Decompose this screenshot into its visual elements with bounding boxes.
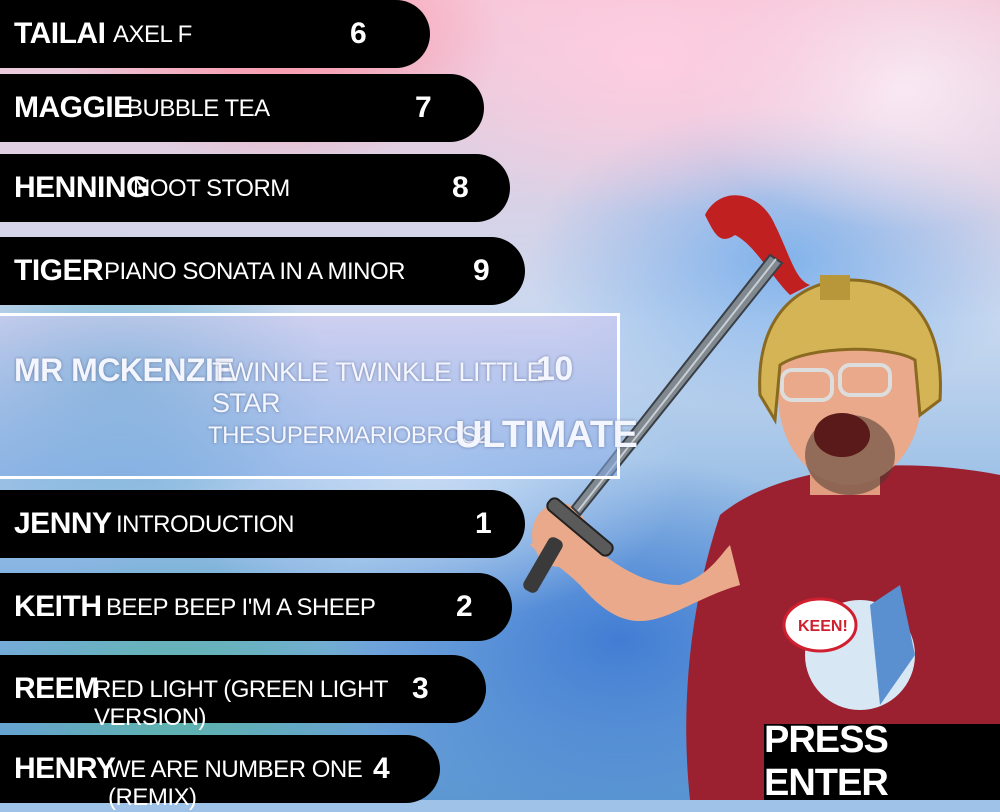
level-number: 3 [412,672,429,705]
song-row[interactable]: MAGGIE BUBBLE TEA 7 [0,74,484,142]
song-row[interactable]: KEITH BEEP BEEP I'M A SHEEP 2 [0,573,512,641]
level-number: 9 [473,254,490,287]
song-row[interactable]: TIGER PIANO SONATA IN A MINOR 9 [0,237,525,305]
player-name: TAILAI [14,17,106,50]
level-number: 7 [415,91,432,124]
level-number: 6 [350,17,367,50]
song-title: WE ARE NUMBER ONE (REMIX) [108,756,363,811]
song-title: NOOT STORM [133,175,290,202]
press-enter-button[interactable]: PRESS ENTER [764,719,1000,804]
player-name: REEM [14,672,99,705]
selected-level-number: 10 [536,350,573,388]
level-number: 2 [456,590,473,623]
song-row[interactable]: TAILAI AXEL F 6 [0,0,430,68]
song-title: PIANO SONATA IN A MINOR [104,258,406,285]
selected-player-name: MR MCKENZIE [14,352,235,388]
song-row[interactable]: HENRY WE ARE NUMBER ONE (REMIX) 4 [0,735,440,811]
song-title: BUBBLE TEA [127,95,270,122]
song-title: BEEP BEEP I'M A SHEEP [106,594,376,621]
gladiator-character-image: KEEN! [523,195,1000,800]
selected-song-panel[interactable]: MR MCKENZIE TWINKLE TWINKLE LITTLE STAR … [0,313,638,479]
song-title: AXEL F [113,21,192,48]
selected-difficulty: ULTIMATE [455,414,638,456]
song-title: INTRODUCTION [116,511,294,538]
level-number: 4 [373,752,390,785]
song-row[interactable]: JENNY INTRODUCTION 1 [0,490,525,558]
selected-artist: THESUPERMARIOBROS2 [208,422,490,449]
svg-text:KEEN!: KEEN! [798,618,848,635]
level-number: 1 [475,507,492,540]
song-row[interactable]: REEM RED LIGHT (GREEN LIGHT VERSION) 3 [0,655,486,731]
song-row[interactable]: HENNING NOOT STORM 8 [0,154,510,222]
player-name: TIGER [14,254,104,287]
player-name: KEITH [14,590,102,623]
level-number: 8 [452,171,469,204]
player-name: JENNY [14,507,112,540]
player-name: HENRY [14,752,116,785]
player-name: MAGGIE [14,91,133,124]
player-name: HENNING [14,171,149,204]
